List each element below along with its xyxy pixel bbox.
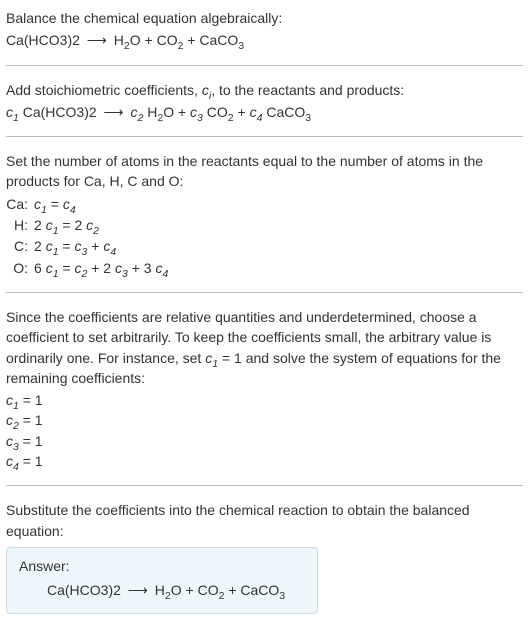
stoich-text: Add stoichiometric coefficients, ci, to …	[6, 80, 523, 100]
c2: c2	[131, 104, 144, 120]
rhs-co: O + CO	[130, 32, 178, 48]
r2mid2: +	[87, 238, 103, 254]
r1mid: = 2	[59, 217, 87, 233]
r2mid: =	[59, 238, 75, 254]
stoich-text-a: Add stoichiometric coefficients,	[6, 82, 202, 98]
sp4: CaCO	[262, 104, 305, 120]
answer-box: Answer: Ca(HCO3)2 ⟶ H2O + CO2 + CaCO3	[6, 547, 318, 614]
r1bs: 2	[93, 225, 99, 237]
rhs-h: H	[114, 32, 124, 48]
r3post: + 3	[128, 260, 156, 276]
choose-section: Since the coefficients are relative quan…	[6, 307, 523, 471]
r0mid: =	[47, 196, 63, 212]
ar1: H	[155, 582, 165, 598]
r3mid2: + 2	[87, 260, 115, 276]
c2-c: c	[131, 104, 138, 120]
atom-label-h: H:	[6, 215, 34, 235]
cf1c: c	[6, 412, 13, 428]
c4: c4	[250, 104, 263, 120]
choose-text: Since the coefficients are relative quan…	[6, 307, 523, 388]
r3b: c	[75, 260, 82, 276]
ar3: + CaCO	[224, 582, 279, 598]
coeff-row: c2 = 1	[6, 410, 523, 430]
r3c: c	[115, 260, 122, 276]
divider	[6, 136, 523, 137]
sp1: Ca(HCO3)2	[19, 104, 97, 120]
sp3b: +	[234, 104, 250, 120]
r2pre: 2	[34, 238, 46, 254]
subst-text: Substitute the coefficients into the che…	[6, 500, 523, 541]
stoich-text-b: , to the reactants and products:	[211, 82, 404, 98]
ar3s: 3	[279, 590, 285, 602]
subst-section: Substitute the coefficients into the che…	[6, 500, 523, 613]
answer-rhs: H2O + CO2 + CaCO3	[155, 582, 285, 598]
r1a: c	[46, 217, 53, 233]
c1-c: c	[6, 104, 13, 120]
answer-lhs: Ca(HCO3)2	[47, 582, 121, 598]
intro-text: Balance the chemical equation algebraica…	[6, 8, 523, 28]
cf3e: = 1	[19, 453, 43, 469]
intro-rhs: H2O + CO2 + CaCO3	[114, 32, 244, 48]
r2cs: 4	[110, 246, 116, 258]
ci-symbol: ci	[202, 82, 211, 98]
divider	[6, 485, 523, 486]
choose-c1: c1	[205, 350, 218, 366]
c3-c: c	[190, 104, 197, 120]
rhs-caco: + CaCO	[183, 32, 238, 48]
r3mid: =	[59, 260, 75, 276]
sp3: CO	[203, 104, 228, 120]
cf1e: = 1	[19, 412, 43, 428]
ar2: O + CO	[171, 582, 219, 598]
atoms-grid: Ca: c1 = c4 H: 2 c1 = 2 c2 C: 2 c1 = c3 …	[6, 194, 523, 278]
arrow-icon: ⟶	[84, 32, 110, 48]
atoms-text: Set the number of atoms in the reactants…	[6, 151, 523, 192]
stoich-equation: c1 Ca(HCO3)2 ⟶ c2 H2O + c3 CO2 + c4 CaCO…	[6, 102, 523, 122]
r0b: c	[63, 196, 70, 212]
atom-label-o: O:	[6, 258, 34, 278]
atom-eq-ca: c1 = c4	[34, 194, 523, 214]
r2b: c	[75, 238, 82, 254]
cf3c: c	[6, 453, 13, 469]
answer-equation: Ca(HCO3)2 ⟶ H2O + CO2 + CaCO3	[19, 580, 305, 600]
sp4a: 3	[305, 112, 311, 124]
stoich-section: Add stoichiometric coefficients, ci, to …	[6, 80, 523, 123]
coeff-row: c3 = 1	[6, 431, 523, 451]
cf2e: = 1	[19, 433, 43, 449]
intro-lhs: Ca(HCO3)2	[6, 32, 80, 48]
sp2: H	[143, 104, 157, 120]
atom-eq-o: 6 c1 = c2 + 2 c3 + 3 c4	[34, 258, 523, 278]
rhs-caco-sub: 3	[238, 40, 244, 52]
sp2b: O +	[163, 104, 190, 120]
intro-equation: Ca(HCO3)2 ⟶ H2O + CO2 + CaCO3	[6, 30, 523, 50]
coeff-row: c4 = 1	[6, 451, 523, 471]
coeff-list: c1 = 1 c2 = 1 c3 = 1 c4 = 1	[6, 390, 523, 471]
divider	[6, 65, 523, 66]
r3a: c	[46, 260, 53, 276]
r3pre: 6	[34, 260, 46, 276]
coeff-row: c1 = 1	[6, 390, 523, 410]
atom-label-c: C:	[6, 236, 34, 256]
atoms-section: Set the number of atoms in the reactants…	[6, 151, 523, 278]
arrow-icon: ⟶	[125, 582, 151, 598]
r1pre: 2	[34, 217, 46, 233]
atom-eq-c: 2 c1 = c3 + c4	[34, 236, 523, 256]
c3: c3	[190, 104, 203, 120]
c1: c1	[6, 104, 19, 120]
ci-c: c	[202, 82, 209, 98]
r3ds: 4	[162, 267, 168, 279]
arrow-icon: ⟶	[101, 104, 127, 120]
answer-title: Answer:	[19, 556, 305, 576]
intro-section: Balance the chemical equation algebraica…	[6, 8, 523, 51]
atom-label-ca: Ca:	[6, 194, 34, 214]
divider	[6, 292, 523, 293]
cf2c: c	[6, 433, 13, 449]
r0a: c	[34, 196, 41, 212]
r0bs: 4	[70, 204, 76, 216]
c4-c: c	[250, 104, 257, 120]
cf0e: = 1	[19, 392, 43, 408]
cf0c: c	[6, 392, 13, 408]
atom-eq-h: 2 c1 = 2 c2	[34, 215, 523, 235]
r2a: c	[46, 238, 53, 254]
